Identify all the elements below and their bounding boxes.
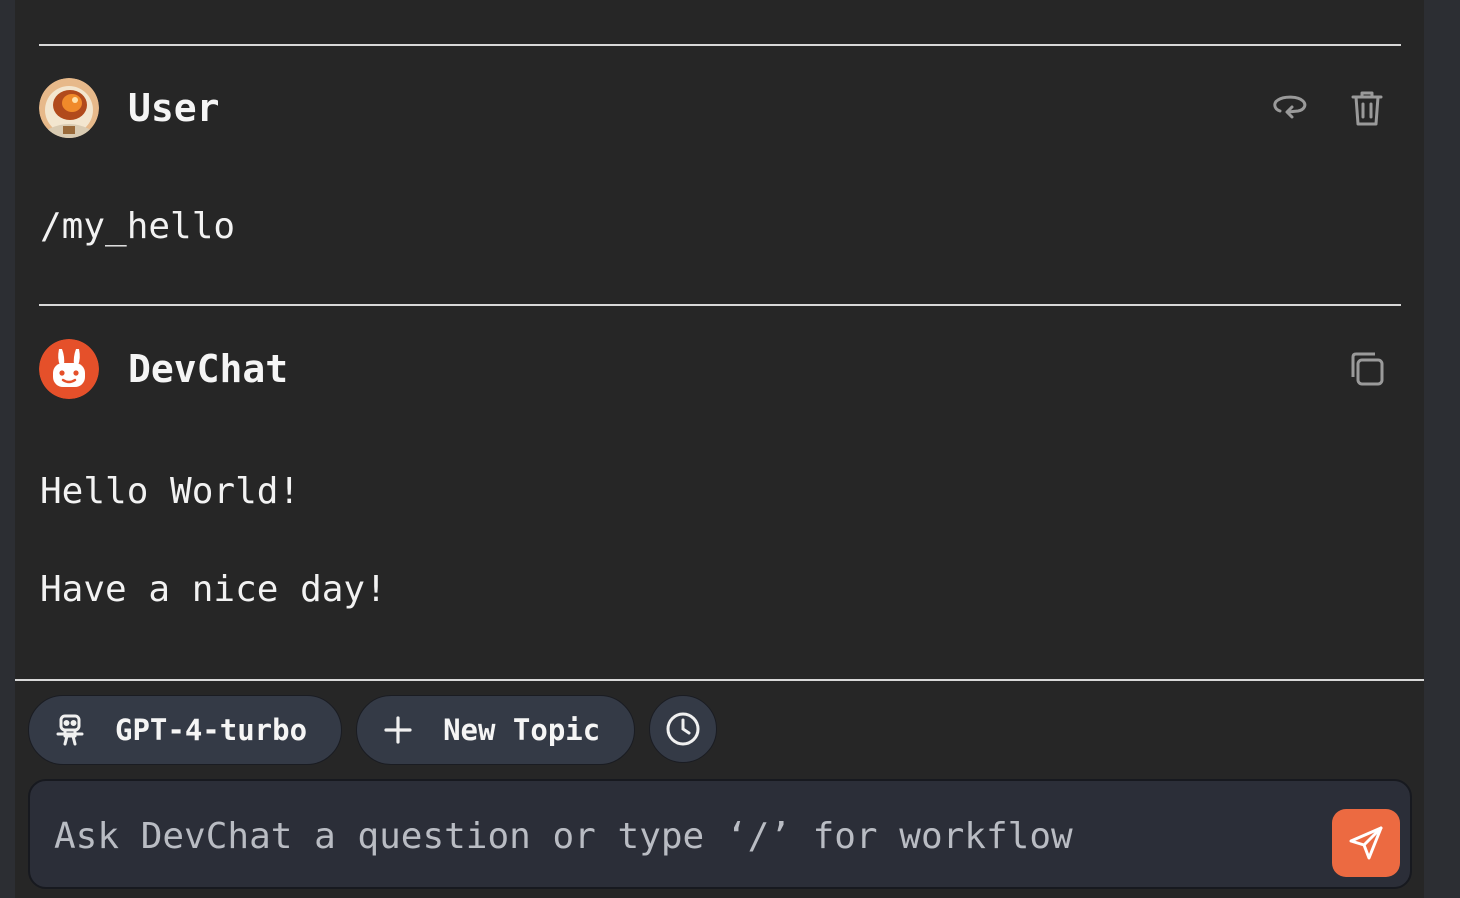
paper-plane-icon xyxy=(1349,826,1383,860)
right-edge-strip xyxy=(1424,0,1460,898)
message-divider xyxy=(39,44,1401,46)
chat-input[interactable] xyxy=(54,807,1304,865)
input-divider xyxy=(15,679,1424,681)
chat-input-box xyxy=(28,779,1412,889)
trash-icon[interactable] xyxy=(1347,88,1387,128)
new-topic-button[interactable]: New Topic xyxy=(356,695,636,765)
clock-icon xyxy=(666,712,700,746)
undo-arrow-icon[interactable] xyxy=(1269,88,1309,128)
devchat-message-header: DevChat xyxy=(39,338,1401,400)
message-body: Hello World! Have a nice day! xyxy=(40,471,387,610)
left-edge-strip xyxy=(0,0,15,898)
user-message-header: User xyxy=(39,77,1401,139)
chat-panel: User /my_hello DevChat Hello World! Have… xyxy=(15,0,1424,898)
copy-icon[interactable] xyxy=(1347,349,1387,389)
message-author: User xyxy=(128,86,220,130)
model-label: GPT-4-turbo xyxy=(115,713,308,747)
chat-toolbar: GPT-4-turbo New Topic xyxy=(28,695,718,765)
message-author: DevChat xyxy=(128,347,289,391)
robot-icon xyxy=(55,713,85,747)
message-body: /my_hello xyxy=(40,206,236,247)
model-selector-button[interactable]: GPT-4-turbo xyxy=(28,695,343,765)
astronaut-avatar-icon xyxy=(39,78,99,138)
plus-icon xyxy=(383,715,413,745)
history-button[interactable] xyxy=(649,695,718,763)
send-button[interactable] xyxy=(1332,809,1400,877)
devchat-bunny-logo-icon xyxy=(39,339,99,399)
new-topic-label: New Topic xyxy=(443,713,601,747)
message-divider xyxy=(39,304,1401,306)
